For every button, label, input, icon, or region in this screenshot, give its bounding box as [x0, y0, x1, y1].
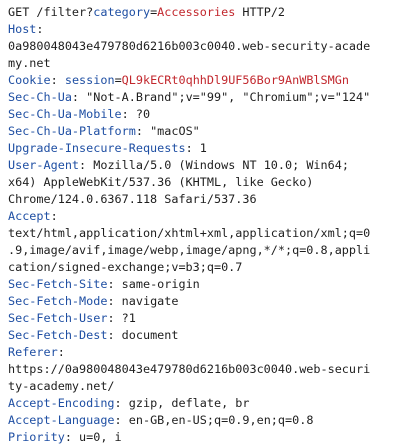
header-sec-fetch-dest[interactable]: Sec-Fetch-Dest: document: [8, 327, 394, 344]
header-value: ?1: [121, 311, 136, 325]
header-colon: :: [36, 22, 44, 36]
header-sec-fetch-mode[interactable]: Sec-Fetch-Mode: navigate: [8, 293, 394, 310]
header-name: Sec-Ch-Ua-Mobile: [8, 107, 122, 121]
header-sec-ch-ua-platform[interactable]: Sec-Ch-Ua-Platform: "macOS": [8, 123, 394, 140]
http-request-view[interactable]: GET /filter?category=Accessories HTTP/2 …: [0, 0, 400, 444]
header-value: ?0: [135, 107, 151, 121]
header-referer-value-line: ty-academy.net/: [8, 379, 115, 393]
header-name: Sec-Fetch-Dest: [8, 328, 108, 342]
header-host-value-line: 0a980048043e479780d6216b003c0040.web-sec…: [8, 39, 371, 53]
header-value: 1: [199, 141, 207, 155]
header-sec-fetch-user[interactable]: Sec-Fetch-User: ?1: [8, 310, 394, 327]
header-sec-ch-ua[interactable]: Sec-Ch-Ua: "Not-A.Brand";v="99", "Chromi…: [8, 89, 394, 106]
header-sec-fetch-site[interactable]: Sec-Fetch-Site: same-origin: [8, 276, 394, 293]
header-colon: :: [50, 73, 65, 87]
header-colon: :: [57, 345, 65, 359]
header-referer[interactable]: Referer:: [8, 344, 394, 361]
header-name: Accept: [8, 209, 51, 223]
header-value: en-GB,en-US;q=0.9,en;q=0.8: [128, 413, 314, 427]
header-colon: :: [121, 107, 136, 121]
header-colon: :: [64, 430, 80, 444]
header-colon: :: [185, 141, 200, 155]
header-name: Upgrade-Insecure-Requests: [8, 141, 186, 155]
header-colon: :: [79, 158, 94, 172]
header-colon: :: [107, 294, 122, 308]
header-accept-language[interactable]: Accept-Language: en-GB,en-US;q=0.9,en;q=…: [8, 412, 394, 429]
header-user-agent-value-line: x64) AppleWebKit/537.36 (KHTML, like Gec…: [8, 175, 314, 189]
header-name: User-Agent: [8, 158, 80, 172]
header-name: Sec-Fetch-Mode: [8, 294, 108, 308]
header-name: Priority: [8, 430, 65, 444]
header-colon: :: [107, 277, 122, 291]
header-name: Accept-Encoding: [8, 396, 115, 410]
request-line[interactable]: GET /filter?category=Accessories HTTP/2: [8, 4, 394, 21]
request-method-path: GET /filter?: [8, 5, 94, 19]
header-value: navigate: [121, 294, 179, 308]
header-name: Referer: [8, 345, 58, 359]
query-param-value: Accessories: [157, 5, 236, 19]
header-colon: :: [107, 311, 122, 325]
header-value: gzip, deflate, br: [128, 396, 250, 410]
header-upgrade-insecure-requests[interactable]: Upgrade-Insecure-Requests: 1: [8, 140, 394, 157]
header-name: Host: [8, 22, 37, 36]
header-value: same-origin: [121, 277, 200, 291]
header-host[interactable]: Host:: [8, 21, 394, 38]
header-name: Sec-Fetch-User: [8, 311, 108, 325]
header-colon: :: [135, 124, 151, 138]
request-protocol: HTTP/2: [235, 5, 286, 19]
header-value: u=0, i: [79, 430, 122, 444]
header-value: document: [121, 328, 179, 342]
header-user-agent[interactable]: User-Agent: Mozilla/5.0 (Windows NT 10.0…: [8, 157, 394, 174]
header-referer-value-line: https://0a980048043e479780d6216b003c0040…: [8, 362, 371, 376]
header-colon: :: [114, 396, 129, 410]
cookie-name: session: [64, 73, 115, 87]
header-sec-ch-ua-mobile[interactable]: Sec-Ch-Ua-Mobile: ?0: [8, 106, 394, 123]
header-value: Mozilla/5.0 (Windows NT 10.0; Win64;: [93, 158, 349, 172]
header-accept-value-line: cation/signed-exchange;v=b3;q=0.7: [8, 260, 243, 274]
header-name: Cookie: [8, 73, 51, 87]
cookie-equals: =: [114, 73, 122, 87]
header-colon: :: [114, 413, 129, 427]
header-name: Sec-Ch-Ua: [8, 90, 72, 104]
cookie-value: QL9kECRt0qhhDl9UF56Bor9AnWBlSMGn: [121, 73, 349, 87]
header-colon: :: [107, 328, 122, 342]
header-name: Sec-Fetch-Site: [8, 277, 108, 291]
header-name: Sec-Ch-Ua-Platform: [8, 124, 136, 138]
header-accept[interactable]: Accept:: [8, 208, 394, 225]
header-value: "Not-A.Brand";v="99", "Chromium";v="124": [86, 90, 371, 104]
header-priority[interactable]: Priority: u=0, i: [8, 429, 394, 446]
header-host-value-line: my.net: [8, 56, 51, 70]
header-colon: :: [50, 209, 58, 223]
query-param-name: category: [93, 5, 151, 19]
header-user-agent-value-line: Chrome/124.0.6367.118 Safari/537.36: [8, 192, 257, 206]
header-name: Accept-Language: [8, 413, 115, 427]
header-accept-value-line: text/html,application/xhtml+xml,applicat…: [8, 226, 371, 240]
header-accept-value-line: .9,image/avif,image/webp,image/apng,*/*;…: [8, 243, 371, 257]
header-accept-encoding[interactable]: Accept-Encoding: gzip, deflate, br: [8, 395, 394, 412]
header-value: "macOS": [150, 124, 200, 138]
header-colon: :: [71, 90, 87, 104]
header-cookie[interactable]: Cookie: session=QL9kECRt0qhhDl9UF56Bor9A…: [8, 72, 394, 89]
